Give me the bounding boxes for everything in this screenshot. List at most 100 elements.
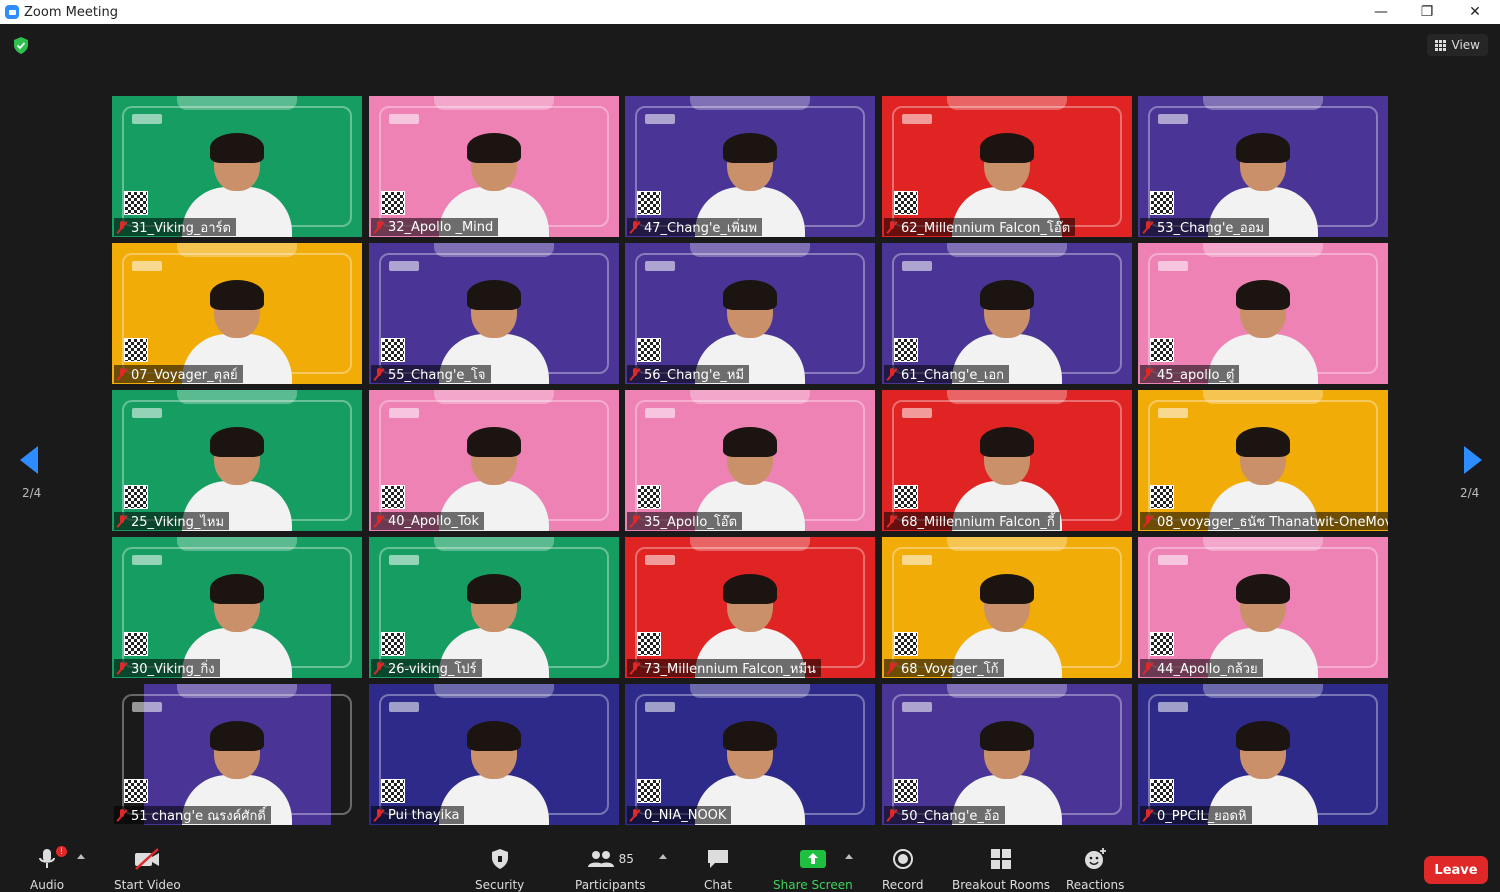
breakout-rooms-button[interactable]: Breakout Rooms (952, 846, 1050, 892)
participant-video-tile[interactable]: 73_Millennium Falcon_หมีน (625, 537, 875, 678)
muted-mic-icon (630, 661, 640, 675)
muted-mic-icon (117, 661, 127, 675)
qr-code-icon (1150, 632, 1174, 656)
participant-video-tile[interactable]: 56_Chang'e_หมี (625, 243, 875, 384)
next-page-arrow-icon[interactable] (1464, 446, 1482, 474)
participant-video-tile[interactable]: 61_Chang'e_เอก (882, 243, 1132, 384)
participants-button[interactable]: 85 Participants (575, 846, 646, 892)
participant-name: 47_Chang'e_เพิ่มพ (644, 220, 758, 236)
event-logo (902, 702, 932, 712)
muted-mic-icon (887, 514, 897, 528)
qr-code-icon (1150, 485, 1174, 509)
qr-code-icon (381, 338, 405, 362)
window-title: Zoom Meeting (24, 4, 119, 20)
participant-name: 61_Chang'e_เอก (901, 367, 1005, 383)
microphone-icon (39, 849, 56, 868)
participant-name-label: 0_NIA_NOOK (627, 806, 732, 824)
participants-options-caret-icon[interactable] (659, 854, 667, 859)
participant-video-tile[interactable]: 40_Apollo_Tok (369, 390, 619, 531)
reactions-button[interactable]: Reactions (1066, 846, 1124, 892)
event-logo (389, 555, 419, 565)
video-off-icon (135, 848, 160, 870)
record-button[interactable]: Record (882, 846, 923, 892)
qr-code-icon (637, 779, 661, 803)
participant-name: 50_Chang'e_อ้อ (901, 808, 1000, 824)
participant-video-tile[interactable]: 30_Viking_กิ่ง (112, 537, 362, 678)
qr-code-icon (1150, 779, 1174, 803)
muted-mic-icon (117, 220, 127, 234)
muted-mic-icon (630, 514, 640, 528)
participant-video-tile[interactable]: 51 chang'e ณรงค์ศักดิ์ (112, 684, 362, 825)
participant-name-label: 40_Apollo_Tok (371, 512, 485, 530)
leave-button[interactable]: Leave (1424, 856, 1488, 884)
title-bar: Zoom Meeting (0, 0, 1500, 24)
participant-video-tile[interactable]: 32_Apollo _Mind (369, 96, 619, 237)
chat-button[interactable]: Chat (704, 846, 732, 892)
participant-name-label: 26-viking_โปร์ (371, 659, 482, 677)
qr-code-icon (381, 191, 405, 215)
event-logo (132, 114, 162, 124)
restore-button[interactable]: ❐ (1404, 0, 1450, 24)
participant-name: 25_Viking_ไหม (131, 514, 225, 530)
muted-mic-icon (887, 661, 897, 675)
event-logo (902, 261, 932, 271)
muted-mic-icon (374, 220, 384, 234)
share-screen-button[interactable]: Share Screen (773, 846, 853, 892)
participant-video-tile[interactable]: 45_apollo_ตู๋ (1138, 243, 1388, 384)
qr-code-icon (381, 485, 405, 509)
share-screen-label: Share Screen (773, 878, 853, 892)
muted-mic-icon (1143, 808, 1153, 822)
participant-video-tile[interactable]: 68_Voyager_โก้ (882, 537, 1132, 678)
participant-video-tile[interactable]: 0_PPCIL_ยอดหิ (1138, 684, 1388, 825)
event-logo (389, 702, 419, 712)
participant-video-tile[interactable]: 35_Apollo_โอ๊ต (625, 390, 875, 531)
participant-video-tile[interactable]: 53_Chang'e_ออม (1138, 96, 1388, 237)
previous-page-arrow-icon[interactable] (20, 446, 38, 474)
participant-name-label: 56_Chang'e_หมี (627, 365, 750, 383)
security-shield-icon[interactable] (13, 37, 29, 54)
event-logo (1158, 261, 1188, 271)
participant-name-label: 62_Millennium Falcon_โอ๊ต (884, 218, 1076, 236)
close-button[interactable]: ✕ (1452, 0, 1498, 24)
qr-code-icon (894, 338, 918, 362)
muted-mic-icon (630, 367, 640, 381)
participant-video-tile[interactable]: Pui thayika (369, 684, 619, 825)
event-logo (389, 261, 419, 271)
participant-name-label: 08_voyager_ธนัช Thanatwit-OneMove (1140, 512, 1388, 530)
participant-video-tile[interactable]: 26-viking_โปร์ (369, 537, 619, 678)
participant-video-tile[interactable]: 0_NIA_NOOK (625, 684, 875, 825)
qr-code-icon (894, 632, 918, 656)
audio-button[interactable]: ! Audio (30, 846, 68, 892)
participant-video-tile[interactable]: 55_Chang'e_โจ (369, 243, 619, 384)
event-logo (1158, 702, 1188, 712)
event-logo (389, 114, 419, 124)
qr-code-icon (381, 779, 405, 803)
participant-video-tile[interactable]: 47_Chang'e_เพิ่มพ (625, 96, 875, 237)
participant-video-tile[interactable]: 50_Chang'e_อ้อ (882, 684, 1132, 825)
qr-code-icon (894, 485, 918, 509)
participant-name: 0_PPCIL_ยอดหิ (1157, 808, 1247, 824)
participant-video-tile[interactable]: 31_Viking_อาร์ต (112, 96, 362, 237)
participant-name: 62_Millennium Falcon_โอ๊ต (901, 220, 1071, 236)
minimize-button[interactable]: — (1358, 0, 1404, 24)
record-icon (892, 849, 913, 869)
participant-name: 68_Millennium Falcon_กี้ (901, 514, 1055, 530)
participant-video-tile[interactable]: 44_Apollo_กล้วย (1138, 537, 1388, 678)
start-video-button[interactable]: Start Video (114, 846, 181, 892)
participant-name: 0_NIA_NOOK (644, 807, 727, 823)
audio-options-caret-icon[interactable] (77, 854, 85, 859)
start-video-label: Start Video (114, 878, 181, 892)
share-screen-options-caret-icon[interactable] (845, 854, 853, 859)
muted-mic-icon (630, 808, 640, 822)
participant-video-tile[interactable]: 08_voyager_ธนัช Thanatwit-OneMove (1138, 390, 1388, 531)
participant-video-tile[interactable]: 62_Millennium Falcon_โอ๊ต (882, 96, 1132, 237)
event-logo (645, 555, 675, 565)
participant-video-tile[interactable]: 25_Viking_ไหม (112, 390, 362, 531)
participant-name: Pui thayika (388, 807, 460, 823)
participant-video-tile[interactable]: 07_Voyager_ตุลย์ (112, 243, 362, 384)
participant-video-tile[interactable]: 68_Millennium Falcon_กี้ (882, 390, 1132, 531)
participant-name-label: 45_apollo_ตู๋ (1140, 365, 1240, 383)
security-button[interactable]: Security (475, 846, 524, 892)
view-button[interactable]: View (1426, 34, 1488, 56)
participant-name-label: 07_Voyager_ตุลย์ (114, 365, 243, 383)
